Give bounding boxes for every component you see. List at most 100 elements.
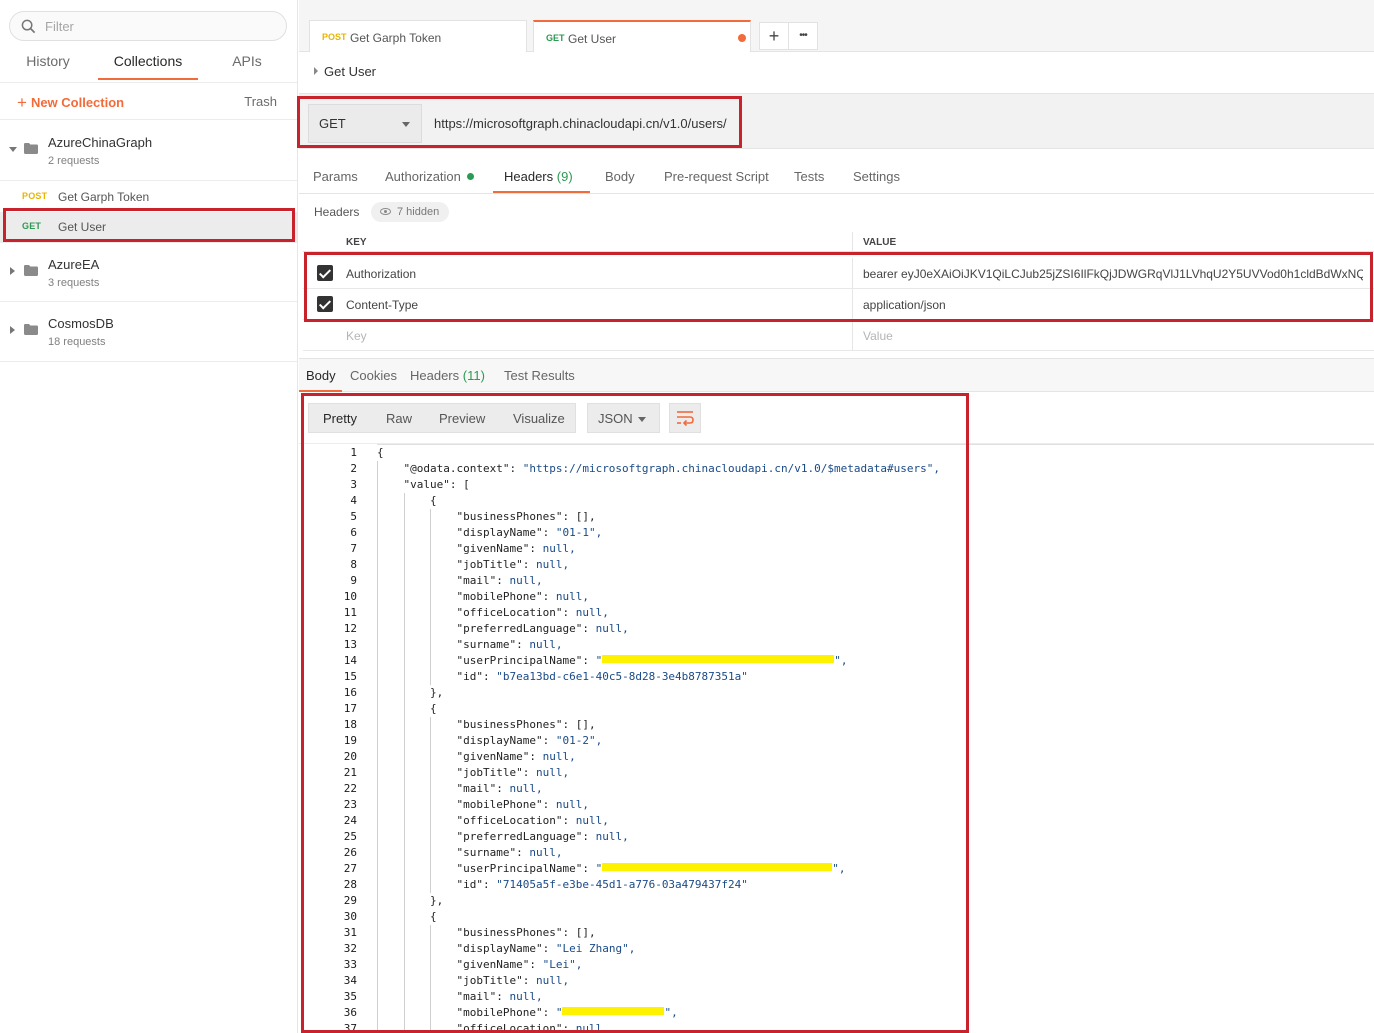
tab-get-garph-token[interactable]: POST Get Garph Token xyxy=(309,20,527,52)
code-content: "mobilePhone": null, xyxy=(457,589,589,605)
json-quote: ", xyxy=(834,654,848,667)
tab-history[interactable]: History xyxy=(12,50,84,80)
line-number: 12 xyxy=(343,622,357,635)
response-headers-count: (11) xyxy=(462,368,485,383)
header-value-cell[interactable]: bearer eyJ0eXAiOiJKV1QiLCJub25jZSI6IlFkQ… xyxy=(855,258,1370,288)
line-number: 2 xyxy=(350,462,357,475)
code-line: 19 "displayName": "01-2", xyxy=(299,733,1374,749)
breadcrumb[interactable]: Get User xyxy=(314,64,376,79)
tab-prerequest-script[interactable]: Pre-request Script xyxy=(664,169,769,184)
header-key-cell[interactable]: Content-Type xyxy=(338,289,853,319)
collection-cosmosdb[interactable]: CosmosDB 18 requests xyxy=(0,302,297,362)
request-item-get-garph-token[interactable]: POST Get Garph Token xyxy=(0,182,297,212)
language-select[interactable]: JSON xyxy=(587,403,660,433)
chevron-right-icon[interactable] xyxy=(10,267,15,275)
new-collection-button[interactable]: + New Collection xyxy=(17,93,124,113)
json-value: "01-1", xyxy=(555,526,603,539)
header-enabled-checkbox[interactable] xyxy=(317,265,333,281)
header-enabled-checkbox[interactable] xyxy=(317,296,333,312)
collection-azureea[interactable]: AzureEA 3 requests xyxy=(0,242,297,302)
tab-headers[interactable]: Headers (9) xyxy=(504,169,573,184)
request-item-get-user[interactable]: GET Get User xyxy=(0,212,297,242)
wrap-lines-button[interactable] xyxy=(669,403,701,433)
hidden-count: 7 hidden xyxy=(397,206,440,218)
indent-guide xyxy=(430,557,431,573)
tab-response-headers[interactable]: Headers (11) xyxy=(410,368,485,383)
json-punct: : xyxy=(562,1022,576,1033)
tab-get-user[interactable]: GET Get User xyxy=(533,20,751,52)
header-value-cell[interactable]: application/json xyxy=(855,289,1370,319)
json-value: null, xyxy=(575,606,609,619)
column-header: VALUE xyxy=(863,237,897,248)
indent-guide xyxy=(430,637,431,653)
more-tabs-button[interactable]: ••• xyxy=(788,22,818,50)
code-line: 34 "jobTitle": null, xyxy=(299,973,1374,989)
add-tab-button[interactable]: + xyxy=(759,22,789,50)
indent-guide xyxy=(430,1005,431,1021)
tab-authorization[interactable]: Authorization xyxy=(385,169,474,184)
tab-response-body[interactable]: Body xyxy=(306,368,336,383)
tab-settings[interactable]: Settings xyxy=(853,169,900,184)
json-punct: : xyxy=(496,990,510,1003)
indent-guide xyxy=(403,797,405,813)
header-value: application/json xyxy=(863,298,946,312)
main-panel: POST Get Garph Token GET Get User + ••• … xyxy=(299,0,1374,1033)
table-row-new: Key Value xyxy=(303,320,1374,351)
code-content: { xyxy=(430,701,437,717)
code-content: "officeLocation": null, xyxy=(457,1021,609,1033)
header-key-column: KEY xyxy=(338,232,853,251)
json-punct: : xyxy=(449,478,464,491)
response-code-editor[interactable]: 1{2 "@odata.context": "https://microsoftg… xyxy=(299,443,1374,1033)
chevron-right-icon[interactable] xyxy=(10,326,15,334)
json-quote: ", xyxy=(664,1006,678,1019)
json-value: null, xyxy=(542,542,576,555)
tab-tests[interactable]: Tests xyxy=(794,169,824,184)
pretty-button[interactable]: Pretty xyxy=(323,411,357,426)
json-punct: : xyxy=(529,750,543,763)
json-value: "01-2", xyxy=(555,734,603,747)
json-value: }, xyxy=(430,894,444,907)
json-value: "https://microsoftgraph.chinacloudapi.cn… xyxy=(522,462,940,475)
filter-input[interactable] xyxy=(45,16,275,36)
line-number: 10 xyxy=(343,590,357,603)
header-key-cell[interactable]: Authorization xyxy=(338,258,853,288)
code-line: 9 "mail": null, xyxy=(299,573,1374,589)
header-value-cell[interactable]: Value xyxy=(855,320,1370,350)
json-key: "officeLocation" xyxy=(456,814,563,827)
collection-azurechinagraph[interactable]: AzureChinaGraph 2 requests xyxy=(0,121,297,181)
header-key-cell[interactable]: Key xyxy=(338,320,853,350)
line-number: 30 xyxy=(343,910,357,923)
tab-test-results[interactable]: Test Results xyxy=(504,368,575,383)
code-content: "givenName": null, xyxy=(457,749,576,765)
method-select[interactable]: GET xyxy=(308,104,422,143)
tab-apis[interactable]: APIs xyxy=(216,50,278,80)
preview-button[interactable]: Preview xyxy=(439,411,485,426)
url-input[interactable] xyxy=(423,104,1363,143)
plus-icon: + xyxy=(17,93,27,112)
tab-collections[interactable]: Collections xyxy=(98,50,198,80)
method-badge: GET xyxy=(22,221,42,231)
line-number: 26 xyxy=(343,846,357,859)
json-punct: : xyxy=(542,942,556,955)
json-punct: : xyxy=(522,766,536,779)
indent-guide xyxy=(377,893,378,909)
indent-guide xyxy=(377,541,378,557)
hidden-headers-toggle[interactable]: 7 hidden xyxy=(371,202,450,222)
tab-params[interactable]: Params xyxy=(313,169,358,184)
indent-guide xyxy=(377,573,378,589)
chevron-down-icon[interactable] xyxy=(9,147,17,152)
visualize-button[interactable]: Visualize xyxy=(513,411,565,426)
indent-guide xyxy=(403,509,405,525)
indent-guide xyxy=(377,557,378,573)
trash-button[interactable]: Trash xyxy=(244,94,277,109)
tab-name: Get Garph Token xyxy=(350,31,442,45)
tab-cookies[interactable]: Cookies xyxy=(350,368,397,383)
json-value: null, xyxy=(542,750,576,763)
tab-body[interactable]: Body xyxy=(605,169,635,184)
raw-button[interactable]: Raw xyxy=(386,411,412,426)
indent-guide xyxy=(430,589,431,605)
filter-box[interactable] xyxy=(9,11,287,41)
indent-guide xyxy=(377,989,378,1005)
code-content: "mail": null, xyxy=(457,781,543,797)
json-punct: : xyxy=(562,718,576,731)
